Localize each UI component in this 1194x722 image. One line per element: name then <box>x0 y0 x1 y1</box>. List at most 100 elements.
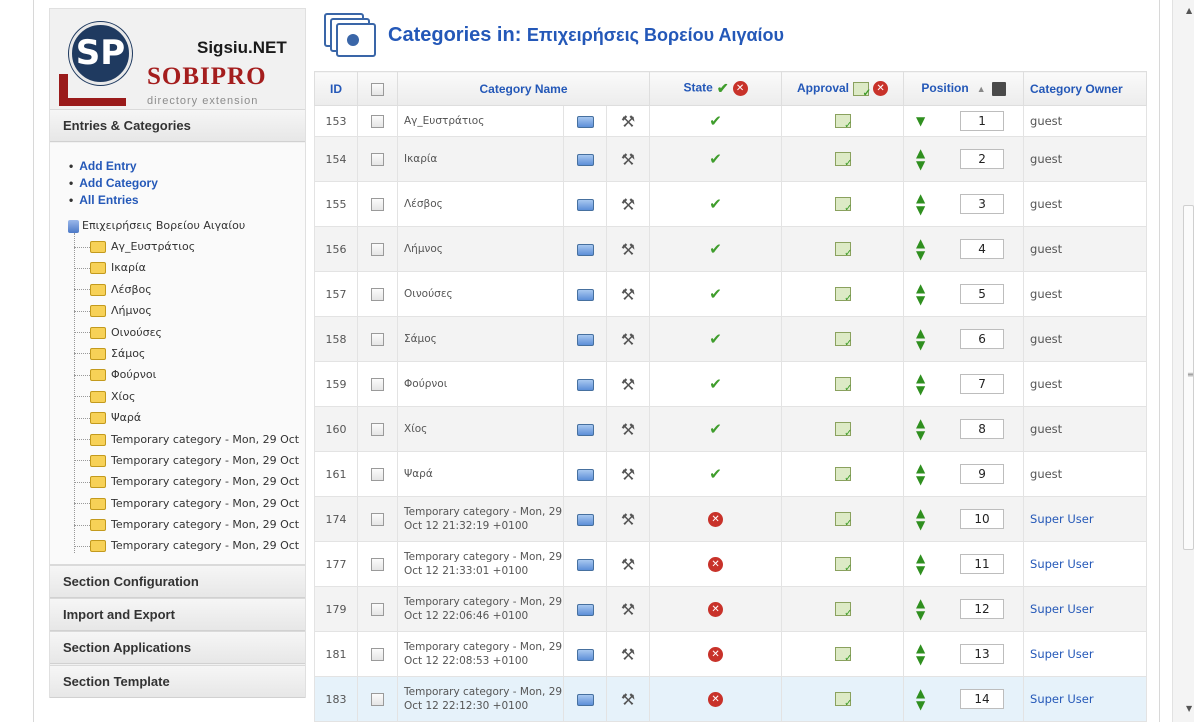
table-row[interactable]: 179 Temporary category - Mon, 29 Oct 12 2… <box>314 586 1148 632</box>
row-checkbox[interactable] <box>371 197 384 211</box>
cell-folder[interactable] <box>563 105 607 137</box>
move-down-icon[interactable]: ▼ <box>916 384 930 396</box>
cell-edit[interactable]: ⚒ <box>605 586 651 632</box>
cell-approval[interactable] <box>781 105 905 137</box>
position-input[interactable]: 14 <box>960 689 1005 709</box>
cell-category-name[interactable]: Ψαρά <box>397 451 564 497</box>
cell-select[interactable] <box>357 226 398 272</box>
cell-owner[interactable]: guest <box>1023 181 1148 227</box>
row-checkbox[interactable] <box>371 692 384 706</box>
cell-folder[interactable] <box>563 136 607 182</box>
wrench-icon[interactable]: ⚒ <box>621 375 635 394</box>
cell-state[interactable]: ✔ <box>649 181 783 227</box>
cell-state[interactable]: ✔ <box>649 271 783 317</box>
col-select-all[interactable] <box>357 71 398 106</box>
cell-folder[interactable] <box>563 181 607 227</box>
panel-section-configuration[interactable]: Section Configuration <box>50 565 305 598</box>
cell-category-name[interactable]: Λήμνος <box>397 226 564 272</box>
cell-folder[interactable] <box>563 586 607 632</box>
cell-owner[interactable]: guest <box>1023 226 1148 272</box>
cell-edit[interactable]: ⚒ <box>605 105 651 137</box>
cell-category-name[interactable]: Οινούσες <box>397 271 564 317</box>
table-row[interactable]: 183 Temporary category - Mon, 29 Oct 12 2… <box>314 676 1148 722</box>
move-down-icon[interactable]: ▼ <box>916 699 930 711</box>
approve-icon[interactable] <box>834 152 853 169</box>
cell-approval[interactable] <box>781 226 905 272</box>
unpublished-x-icon[interactable]: ✕ <box>708 556 724 572</box>
cell-owner[interactable]: Super User <box>1023 541 1148 587</box>
tree-item[interactable]: Temporary category - Mon, 29 Oct <box>74 497 304 518</box>
cell-category-name[interactable]: Ικαρία <box>397 136 564 182</box>
folder-icon[interactable] <box>576 693 594 706</box>
table-row[interactable]: 181 Temporary category - Mon, 29 Oct 12 2… <box>314 631 1148 677</box>
wrench-icon[interactable]: ⚒ <box>621 600 635 619</box>
cell-select[interactable] <box>357 361 398 407</box>
approve-icon[interactable] <box>834 692 853 709</box>
row-checkbox[interactable] <box>371 422 384 436</box>
position-input[interactable]: 4 <box>960 239 1005 259</box>
tree-item[interactable]: Ψαρά <box>74 411 304 432</box>
move-down-icon[interactable]: ▼ <box>916 159 930 171</box>
cell-state[interactable]: ✔ <box>649 105 783 137</box>
cell-folder[interactable] <box>563 631 607 677</box>
cell-edit[interactable]: ⚒ <box>605 361 651 407</box>
col-id[interactable]: ID <box>314 71 358 106</box>
row-checkbox[interactable] <box>371 287 384 301</box>
panel-entries-categories[interactable]: Entries & Categories <box>50 109 305 142</box>
cell-state[interactable]: ✔ <box>649 316 783 362</box>
wrench-icon[interactable]: ⚒ <box>621 112 635 131</box>
cell-edit[interactable]: ⚒ <box>605 316 651 362</box>
table-row[interactable]: 153Αγ_Ευστράτιος⚒✔▼1guest <box>314 105 1148 137</box>
cell-folder[interactable] <box>563 226 607 272</box>
cell-owner[interactable]: guest <box>1023 316 1148 362</box>
row-checkbox[interactable] <box>371 377 384 391</box>
cell-folder[interactable] <box>563 496 607 542</box>
cell-folder[interactable] <box>563 676 607 722</box>
position-input[interactable]: 2 <box>960 149 1005 169</box>
unpublish-all-icon[interactable]: ✕ <box>732 81 748 96</box>
tree-item[interactable]: Λέσβος <box>74 283 304 304</box>
published-checkmark-icon[interactable]: ✔ <box>709 375 722 393</box>
cell-approval[interactable] <box>781 451 905 497</box>
cell-state[interactable]: ✔ <box>649 361 783 407</box>
cell-state[interactable]: ✕ <box>649 631 783 677</box>
approve-icon[interactable] <box>834 467 853 484</box>
add-entry-link[interactable]: Add Entry <box>69 158 158 175</box>
row-checkbox[interactable] <box>371 242 384 256</box>
wrench-icon[interactable]: ⚒ <box>621 555 635 574</box>
position-input[interactable]: 3 <box>960 194 1005 214</box>
folder-icon[interactable] <box>576 288 594 301</box>
cell-owner[interactable]: guest <box>1023 105 1148 137</box>
table-row[interactable]: 155 Λέσβος ⚒ ✔ ▲▼ 3 guest <box>314 181 1148 227</box>
wrench-icon[interactable]: ⚒ <box>621 330 635 349</box>
tree-item[interactable]: Ικαρία <box>74 261 304 282</box>
folder-icon[interactable] <box>576 468 594 481</box>
cell-edit[interactable]: ⚒ <box>605 136 651 182</box>
folder-icon[interactable] <box>576 333 594 346</box>
cell-approval[interactable] <box>781 541 905 587</box>
position-input[interactable]: 9 <box>960 464 1005 484</box>
cell-folder[interactable] <box>563 541 607 587</box>
wrench-icon[interactable]: ⚒ <box>621 645 635 664</box>
folder-icon[interactable] <box>576 648 594 661</box>
cell-category-name[interactable]: Temporary category - Mon, 29 Oct 12 21:3… <box>397 541 564 587</box>
move-down-icon[interactable]: ▼ <box>916 204 930 216</box>
row-checkbox[interactable] <box>371 602 384 616</box>
cell-folder[interactable] <box>563 316 607 362</box>
publish-all-icon[interactable]: ✔ <box>717 80 729 97</box>
move-down-icon[interactable]: ▼ <box>916 339 930 351</box>
position-input[interactable]: 13 <box>960 644 1005 664</box>
unpublished-x-icon[interactable]: ✕ <box>708 646 724 662</box>
cell-edit[interactable]: ⚒ <box>605 271 651 317</box>
table-row[interactable]: 161 Ψαρά ⚒ ✔ ▲▼ 9 guest <box>314 451 1148 497</box>
approve-icon[interactable] <box>834 512 853 529</box>
cell-owner[interactable]: Super User <box>1023 631 1148 677</box>
move-down-icon[interactable]: ▼ <box>916 294 930 306</box>
add-category-link[interactable]: Add Category <box>69 175 158 192</box>
cell-owner[interactable]: guest <box>1023 451 1148 497</box>
folder-icon[interactable] <box>576 603 594 616</box>
revoke-all-icon[interactable]: ✕ <box>873 81 889 97</box>
cell-approval[interactable] <box>781 181 905 227</box>
approve-icon[interactable] <box>834 242 853 259</box>
folder-icon[interactable] <box>576 378 594 391</box>
